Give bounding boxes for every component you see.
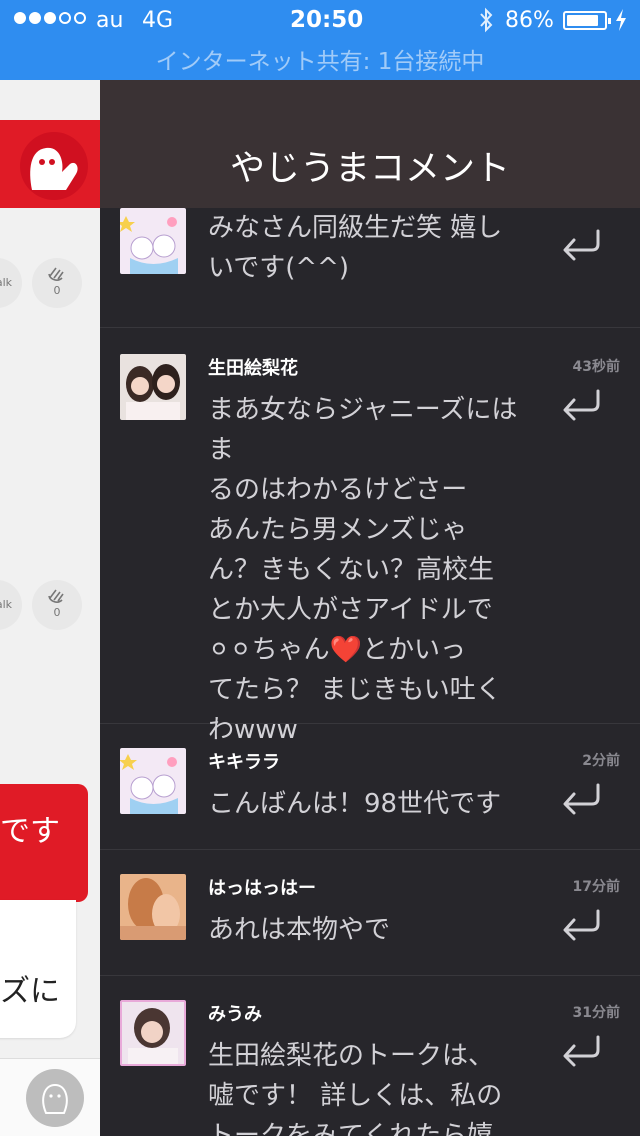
signal-strength-icon bbox=[14, 12, 86, 24]
reply-icon[interactable] bbox=[560, 388, 602, 422]
comment-line: まあ女ならジャニーズにはま bbox=[208, 395, 518, 465]
battery-percent: 86% bbox=[505, 8, 554, 33]
comment-body: こんばんは！98世代です bbox=[208, 784, 538, 824]
background-footer bbox=[0, 1058, 100, 1136]
clap-count: 0 bbox=[53, 606, 61, 619]
comment-line: あんたら男メンズじゃ bbox=[208, 515, 468, 545]
comment-line: こんばんは！98世代です bbox=[208, 789, 502, 819]
clap-icon bbox=[48, 589, 64, 603]
comment-line: ん？きもくない？高校生 bbox=[208, 555, 495, 585]
clap-button[interactable]: 0 bbox=[32, 580, 82, 630]
comment-line: 生田絵梨花のトークは、 bbox=[208, 1041, 495, 1071]
comment-line: ⚪⚪ちゃん❤️とかいっ bbox=[208, 635, 466, 665]
clap-count: 0 bbox=[53, 284, 61, 297]
comment-body: みなさん同級生だ笑 嬉し いです(^^) bbox=[208, 208, 538, 288]
tethering-banner[interactable]: インターネット共有: 1台接続中 bbox=[0, 42, 640, 76]
status-bar: au 4G 20:50 86% インターネット共有: 1台接続中 bbox=[0, 0, 640, 80]
comment-item[interactable]: はっはっはー 17分前 あれは本物やで bbox=[100, 850, 640, 976]
carrier-label: au bbox=[96, 8, 124, 33]
battery-icon bbox=[563, 11, 611, 30]
status-time: 20:50 bbox=[290, 7, 364, 33]
comment-line: とか大人がさアイドルで bbox=[208, 595, 493, 625]
clap-button[interactable]: 0 bbox=[32, 258, 82, 308]
chat-bubble-text: ズに bbox=[0, 974, 60, 1009]
comment-time: 43秒前 bbox=[572, 359, 620, 375]
chat-bubble-text: です bbox=[0, 814, 60, 849]
drawer-title: やじうまコメント bbox=[229, 149, 510, 189]
chat-bubble-red[interactable]: です bbox=[0, 784, 88, 902]
comment-time: 31分前 bbox=[572, 1005, 620, 1021]
background-app-panel[interactable]: alk 0 alk 0 です ズに bbox=[0, 80, 100, 1136]
comment-line: 嘘です！ 詳しくは、私の bbox=[208, 1081, 503, 1111]
user-avatar[interactable] bbox=[120, 874, 186, 940]
comment-username[interactable]: キキララ bbox=[208, 748, 280, 774]
profile-avatar-icon[interactable] bbox=[26, 1069, 84, 1127]
user-avatar[interactable] bbox=[120, 208, 186, 274]
comment-line: いです(^^) bbox=[208, 253, 350, 283]
network-type: 4G bbox=[142, 8, 174, 33]
user-avatar[interactable] bbox=[120, 748, 186, 814]
comment-line: るのはわかるけどさー bbox=[208, 475, 468, 505]
comment-time: 17分前 bbox=[572, 879, 620, 895]
comment-item[interactable]: みうみ 31分前 生田絵梨花のトークは、 嘘です！ 詳しくは、私の トークをみて… bbox=[100, 976, 640, 1136]
comment-body: あれは本物やで bbox=[208, 910, 538, 950]
comment-line: てたら？ まじきもい吐く bbox=[208, 675, 502, 705]
talk-button[interactable]: alk bbox=[0, 258, 22, 308]
comment-body: まあ女ならジャニーズにはま るのはわかるけどさー あんたら男メンズじゃ ん？きも… bbox=[208, 390, 538, 750]
comment-line: トークをみてくれたら嬉 bbox=[208, 1121, 494, 1136]
charging-icon bbox=[616, 9, 626, 31]
comment-line: あれは本物やで bbox=[208, 915, 391, 945]
reply-icon[interactable] bbox=[560, 782, 602, 816]
user-avatar[interactable] bbox=[120, 354, 186, 420]
comment-username[interactable]: はっはっはー bbox=[208, 874, 316, 900]
reply-icon[interactable] bbox=[560, 228, 602, 262]
bluetooth-icon bbox=[480, 7, 493, 33]
clap-icon bbox=[48, 267, 64, 281]
reply-icon[interactable] bbox=[560, 1034, 602, 1068]
comment-item[interactable]: キキララ 2分前 こんばんは！98世代です bbox=[100, 724, 640, 850]
comment-line: みなさん同級生だ笑 嬉し bbox=[208, 213, 503, 243]
talk-label: alk bbox=[0, 598, 12, 611]
comment-body: 生田絵梨花のトークは、 嘘です！ 詳しくは、私の トークをみてくれたら嬉 bbox=[208, 1036, 538, 1136]
comment-username[interactable]: 生田絵梨花 bbox=[208, 354, 298, 380]
drawer-header: やじうまコメント bbox=[100, 80, 640, 208]
talk-button[interactable]: alk bbox=[0, 580, 22, 630]
reply-icon[interactable] bbox=[560, 908, 602, 942]
comment-time: 2分前 bbox=[582, 753, 620, 769]
comment-username[interactable]: みうみ bbox=[208, 1000, 262, 1026]
app-logo-icon[interactable] bbox=[20, 132, 88, 200]
chat-bubble-white[interactable]: ズに bbox=[0, 900, 76, 1038]
user-avatar[interactable] bbox=[120, 1000, 186, 1066]
comment-drawer[interactable]: やじうまコメント みなさん同級生だ笑 嬉し いです(^^) 生田絵梨花 43秒前… bbox=[100, 80, 640, 1136]
comment-item[interactable]: 生田絵梨花 43秒前 まあ女ならジャニーズにはま るのはわかるけどさー あんたら… bbox=[100, 328, 640, 745]
talk-label: alk bbox=[0, 276, 12, 289]
